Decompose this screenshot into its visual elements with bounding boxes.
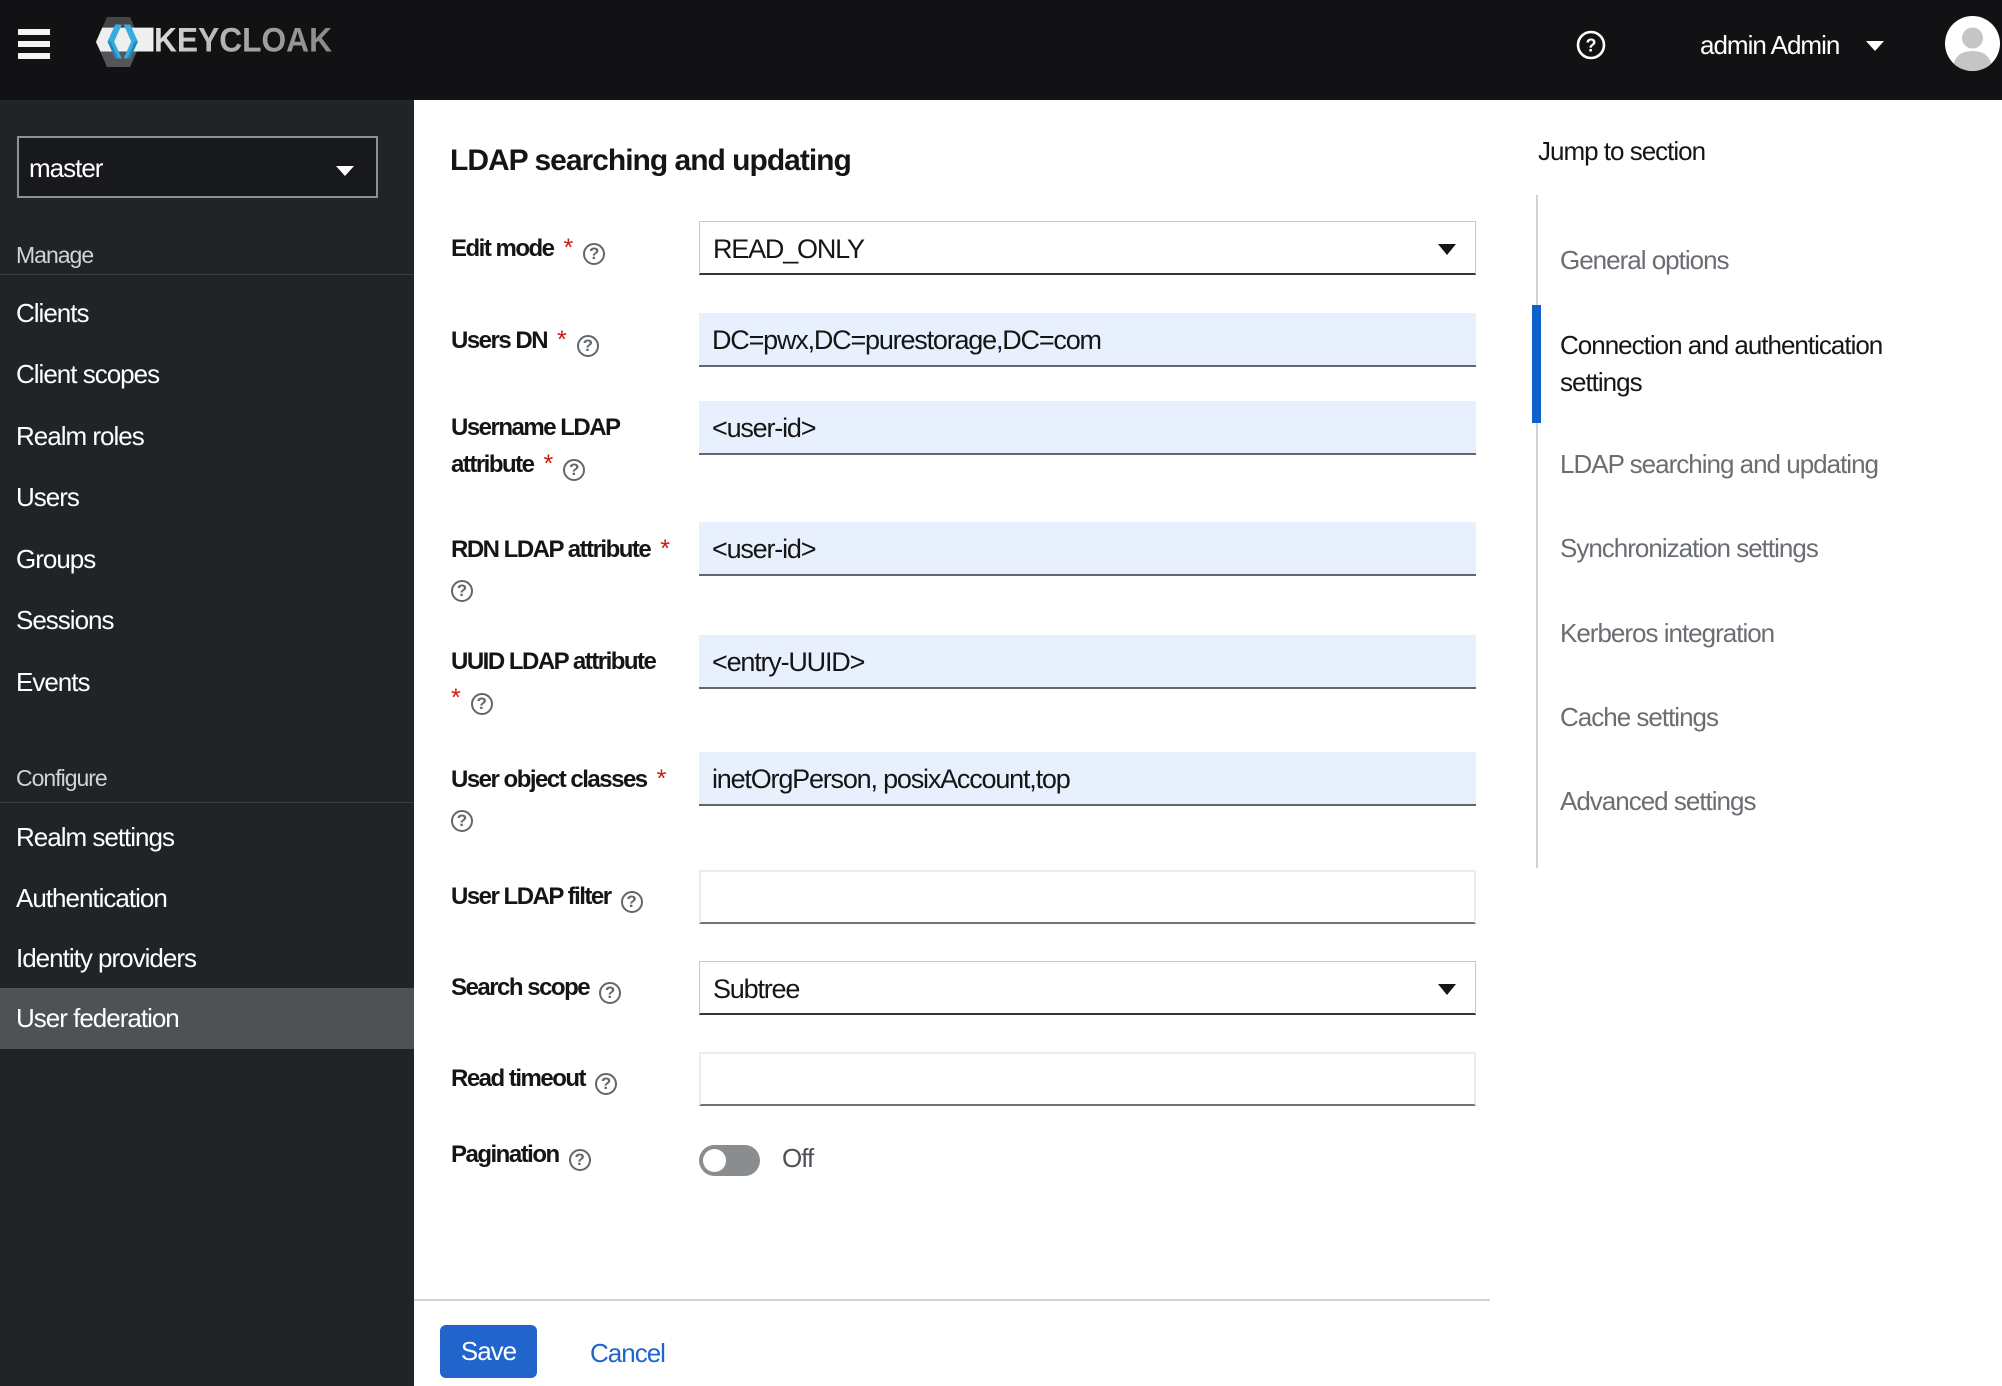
svg-text:?: ? <box>1586 36 1597 56</box>
svg-text:KEYCLOAK: KEYCLOAK <box>154 22 332 60</box>
